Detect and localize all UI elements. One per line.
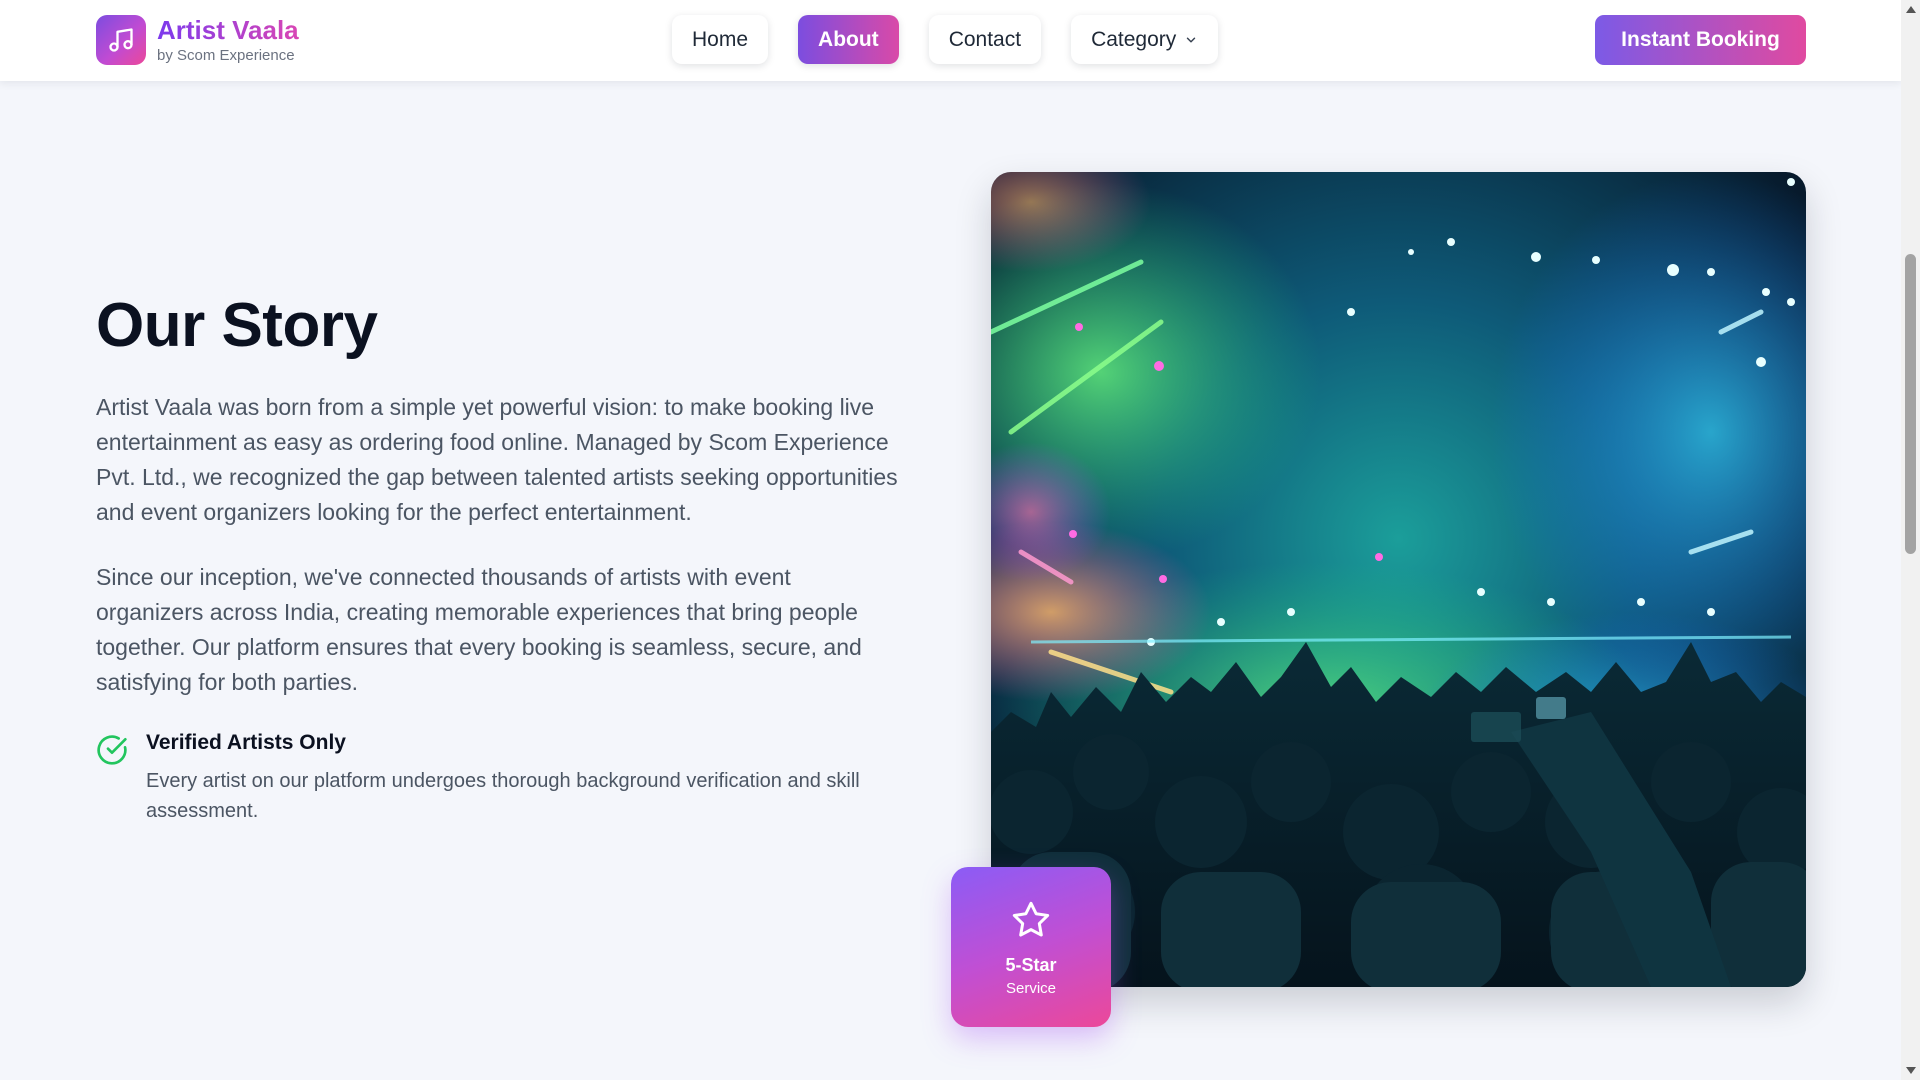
- star-icon: [1011, 900, 1051, 945]
- scroll-down-arrow-icon[interactable]: [1906, 1067, 1916, 1074]
- feature-title: Verified Artists Only: [146, 731, 346, 754]
- section-title: Our Story: [96, 291, 378, 360]
- our-story-section: Our Story Artist Vaala was born from a s…: [96, 290, 906, 826]
- five-star-service-badge: 5-Star Service: [951, 867, 1111, 1027]
- check-circle-icon: [96, 734, 128, 766]
- nav-contact-label: Contact: [948, 27, 1022, 51]
- brand-subtitle: by Scom Experience: [157, 47, 295, 64]
- feature-verified-artists: Verified Artists Only Every artist on ou…: [96, 730, 906, 826]
- nav-category-label: Category: [1091, 27, 1177, 51]
- page-scrollbar[interactable]: [1901, 0, 1920, 1080]
- concert-crowd-image: [991, 172, 1806, 987]
- feature-description: Every artist on our platform undergoes t…: [146, 770, 860, 822]
- brand[interactable]: Artist Vaala by Scom Experience: [96, 15, 299, 65]
- scrollbar-thumb[interactable]: [1905, 254, 1916, 554]
- music-note-icon: [96, 15, 146, 65]
- scroll-up-arrow-icon[interactable]: [1906, 6, 1916, 13]
- chevron-down-icon: [1184, 33, 1198, 47]
- badge-title: 5-Star: [1005, 955, 1057, 975]
- badge-subtitle: Service: [1005, 980, 1057, 997]
- nav-home-button[interactable]: Home: [672, 15, 769, 64]
- story-paragraph-1: Artist Vaala was born from a simple yet …: [96, 394, 898, 525]
- nav-category-dropdown[interactable]: Category: [1071, 15, 1219, 64]
- nav-contact-button[interactable]: Contact: [928, 15, 1042, 64]
- nav-about-button[interactable]: About: [798, 15, 899, 64]
- nav-about-label: About: [818, 27, 879, 51]
- brand-name: Artist Vaala: [157, 15, 299, 45]
- top-navbar: Artist Vaala by Scom Experience Home Abo…: [0, 0, 1901, 81]
- main-nav: Home About Contact Category: [672, 15, 1219, 64]
- nav-home-label: Home: [692, 27, 749, 51]
- instant-booking-button[interactable]: Instant Booking: [1595, 15, 1806, 65]
- story-paragraph-2: Since our inception, we've connected tho…: [96, 564, 862, 695]
